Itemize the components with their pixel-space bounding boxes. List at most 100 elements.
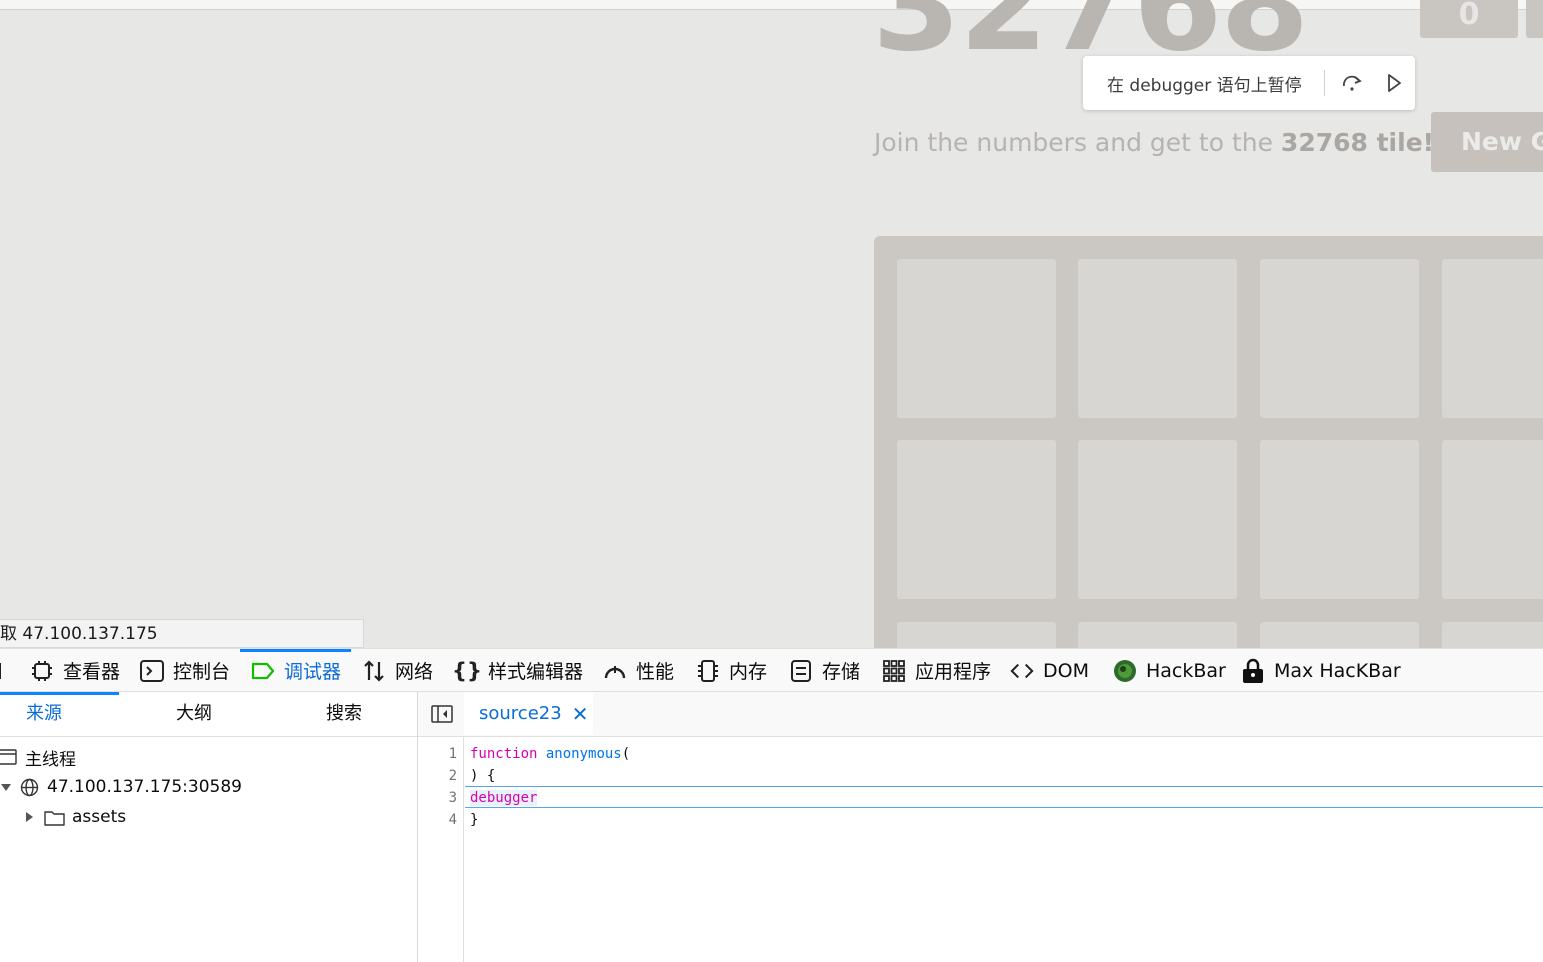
page-top-bar bbox=[0, 0, 1543, 10]
expanded-arrow-icon bbox=[0, 782, 12, 792]
intro-text: Join the numbers and get to the bbox=[874, 128, 1281, 157]
tab-label: 控制台 bbox=[173, 661, 231, 683]
line-gutter: 1 2 3 4 bbox=[418, 736, 464, 962]
tab-network[interactable]: 网络 bbox=[362, 649, 433, 692]
tab-label: 性能 bbox=[636, 661, 675, 683]
max-hackbar-icon bbox=[1241, 658, 1265, 683]
code-line[interactable]: } bbox=[470, 809, 478, 831]
devtools-toolbar: 查看器 控制台 调试器 网络 {} 样式编辑器 性能 内存 存储 应用程序 DO… bbox=[0, 648, 1543, 692]
grid-cell bbox=[1078, 622, 1237, 648]
tab-sources[interactable]: 来源 bbox=[26, 692, 62, 735]
collapsed-arrow-icon bbox=[24, 811, 34, 823]
tab-application[interactable]: 应用程序 bbox=[882, 649, 991, 692]
file-tab-source23[interactable]: source23 ✕ bbox=[464, 692, 593, 735]
folder-icon bbox=[44, 809, 65, 826]
line-number[interactable]: 4 bbox=[449, 809, 457, 831]
tree-item-label: assets bbox=[72, 807, 127, 827]
close-icon[interactable]: ✕ bbox=[572, 702, 589, 726]
tab-max-hackbar[interactable]: Max HacKBar bbox=[1241, 649, 1401, 692]
grid-cell bbox=[1442, 440, 1543, 599]
code-text: ( bbox=[621, 746, 631, 762]
code-line[interactable]: ) { bbox=[470, 765, 495, 787]
memory-icon bbox=[696, 659, 720, 683]
debugger-icon bbox=[251, 659, 275, 683]
tab-label: DOM bbox=[1043, 659, 1089, 682]
step-over-icon[interactable] bbox=[1337, 68, 1367, 98]
performance-icon bbox=[603, 659, 627, 683]
tab-outline[interactable]: 大纲 bbox=[176, 692, 212, 735]
code-keyword: debugger bbox=[470, 790, 538, 806]
page-viewport: 32768 0 Join the numbers and get to the … bbox=[0, 0, 1543, 648]
score-box: 0 bbox=[1420, 0, 1518, 38]
thread-icon bbox=[0, 749, 17, 765]
grid-cell bbox=[1078, 440, 1237, 599]
tab-label: HackBar bbox=[1146, 659, 1226, 682]
tab-label: 调试器 bbox=[284, 661, 342, 683]
editor-tabs: source23 ✕ bbox=[418, 692, 1543, 737]
tab-style-editor[interactable]: {} 样式编辑器 bbox=[452, 649, 584, 692]
grid-cell bbox=[897, 440, 1056, 599]
tree-item-label: 47.100.137.175:30589 bbox=[47, 777, 242, 797]
code-keyword: function bbox=[470, 746, 538, 762]
tree-item-host[interactable]: 47.100.137.175:30589 bbox=[0, 773, 242, 801]
code-line[interactable]: debugger bbox=[470, 787, 538, 809]
code-text: ) { bbox=[470, 768, 496, 784]
tab-label: 内存 bbox=[729, 661, 768, 683]
debugger-paused-overlay: 在 debugger 语句上暂停 bbox=[1083, 56, 1415, 110]
hackbar-icon bbox=[1113, 659, 1137, 683]
tab-label: 应用程序 bbox=[915, 661, 992, 683]
grid-cell bbox=[1442, 259, 1543, 418]
grid-cell bbox=[897, 622, 1056, 648]
intro-bold: 32768 tile! bbox=[1280, 128, 1435, 157]
code-line[interactable]: function anonymous( bbox=[470, 743, 630, 765]
pick-element-icon[interactable] bbox=[0, 659, 6, 683]
tab-hackbar[interactable]: HackBar bbox=[1113, 649, 1226, 692]
tab-search[interactable]: 搜索 bbox=[326, 692, 362, 735]
resume-icon[interactable] bbox=[1379, 68, 1409, 98]
devtools-panel: 查看器 控制台 调试器 网络 {} 样式编辑器 性能 内存 存储 应用程序 DO… bbox=[0, 648, 1543, 962]
grid-cell bbox=[1260, 259, 1419, 418]
tree-item-assets-folder[interactable]: assets bbox=[24, 803, 126, 831]
best-score-box bbox=[1526, 0, 1543, 38]
tab-debugger[interactable]: 调试器 bbox=[251, 649, 341, 692]
line-number[interactable]: 3 bbox=[449, 787, 457, 809]
tab-label: 样式编辑器 bbox=[488, 661, 584, 683]
tree-item-label: 主线程 bbox=[25, 749, 76, 770]
game-board bbox=[874, 236, 1543, 648]
application-icon bbox=[882, 659, 906, 683]
game-intro: Join the numbers and get to the 32768 ti… bbox=[874, 128, 1434, 157]
paused-message: 在 debugger 语句上暂停 bbox=[1107, 75, 1302, 96]
tab-console[interactable]: 控制台 bbox=[140, 649, 230, 692]
tab-dom[interactable]: DOM bbox=[1010, 649, 1089, 692]
line-number[interactable]: 2 bbox=[449, 765, 457, 787]
globe-icon bbox=[20, 778, 39, 797]
tree-item-main-thread[interactable]: 主线程 bbox=[0, 743, 76, 771]
code-text: } bbox=[470, 812, 479, 828]
sources-sidebar: 来源 大纲 搜索 主线程 47.100.137.175:30589 assets bbox=[0, 692, 418, 962]
sidebar-tabs: 来源 大纲 搜索 bbox=[0, 692, 417, 737]
file-tab-label: source23 bbox=[479, 703, 562, 724]
tab-label: Max HacKBar bbox=[1274, 659, 1401, 682]
grid-cell bbox=[1260, 440, 1419, 599]
divider bbox=[1323, 70, 1325, 96]
dom-icon bbox=[1010, 659, 1034, 683]
link-status-url: 取 47.100.137.175 bbox=[0, 619, 364, 648]
tab-memory[interactable]: 内存 bbox=[696, 649, 767, 692]
toggle-sidebar-icon[interactable] bbox=[430, 702, 454, 726]
network-icon bbox=[362, 659, 386, 683]
tab-inspector[interactable]: 查看器 bbox=[30, 649, 120, 692]
tab-label: 网络 bbox=[395, 661, 434, 683]
paused-line-highlight bbox=[465, 786, 1543, 808]
line-number[interactable]: 1 bbox=[449, 743, 457, 765]
inspector-icon bbox=[30, 659, 54, 683]
new-game-button[interactable]: New Ga bbox=[1431, 112, 1543, 172]
grid-cell bbox=[897, 259, 1056, 418]
tab-label: 存储 bbox=[822, 661, 861, 683]
grid-cell bbox=[1078, 259, 1237, 418]
source-editor: source23 ✕ 1 2 3 4 function anonymous( )… bbox=[418, 692, 1543, 962]
grid-cell bbox=[1442, 622, 1543, 648]
grid-cell bbox=[1260, 622, 1419, 648]
tab-performance[interactable]: 性能 bbox=[603, 649, 674, 692]
tab-storage[interactable]: 存储 bbox=[789, 649, 860, 692]
